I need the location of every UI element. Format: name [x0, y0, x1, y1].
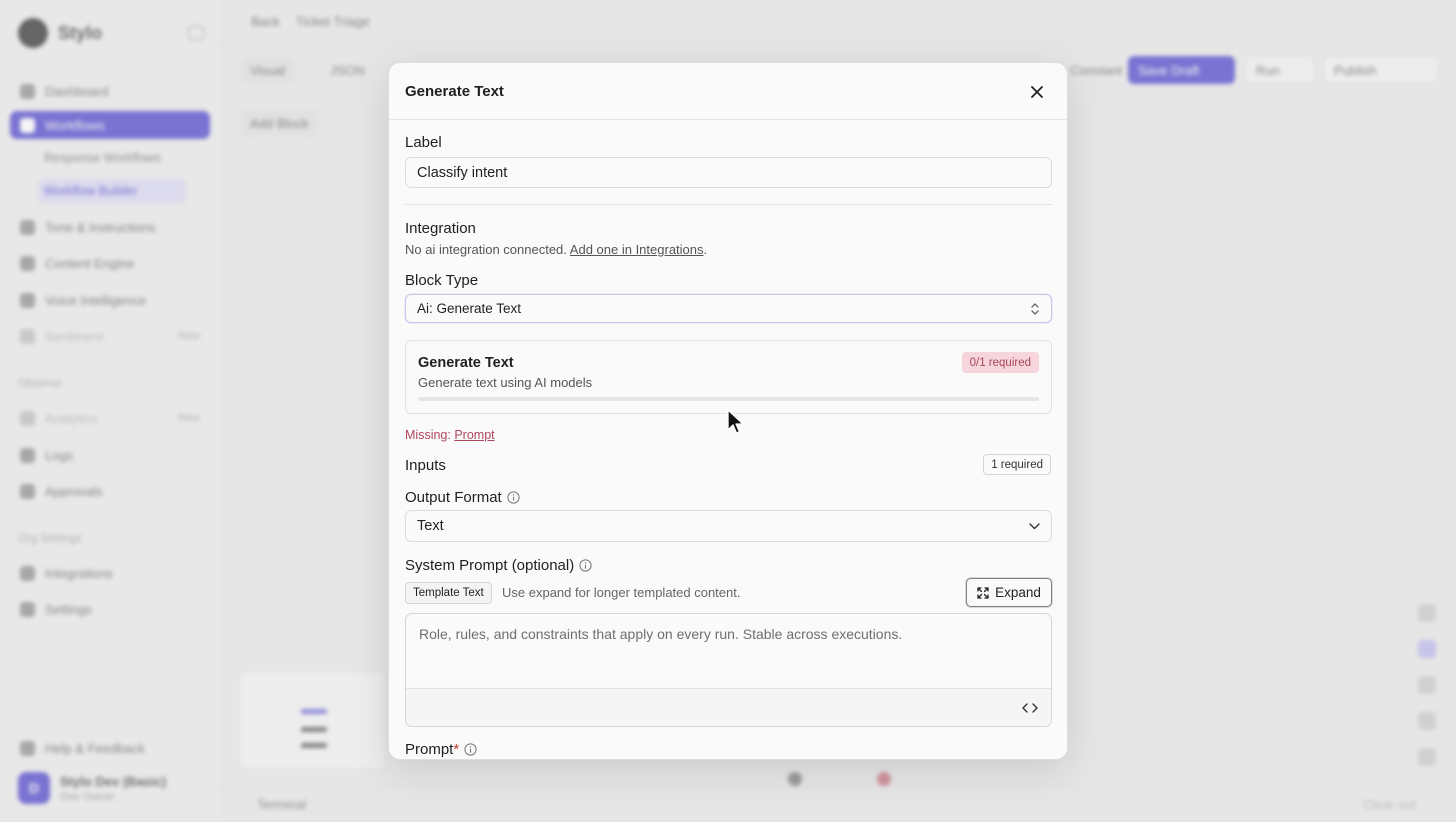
chevron-down-icon — [1029, 523, 1040, 530]
textarea-footer — [406, 688, 1051, 726]
block-type-select[interactable]: Ai: Generate Text — [405, 294, 1052, 323]
system-prompt-textarea[interactable]: Role, rules, and constraints that apply … — [405, 613, 1052, 727]
requirements-progress — [418, 397, 1039, 401]
missing-fields-notice: Missing: Prompt — [405, 428, 495, 442]
chevron-updown-icon — [1031, 303, 1039, 315]
expand-button[interactable]: Expand — [966, 578, 1052, 607]
divider — [405, 204, 1052, 205]
integration-status: No ai integration connected. Add one in … — [405, 242, 708, 257]
integration-heading: Integration — [405, 220, 476, 237]
mouse-cursor-icon — [727, 409, 744, 434]
inputs-required-badge: 1 required — [983, 454, 1051, 475]
inputs-heading: Inputs — [405, 457, 446, 474]
block-type-label: Block Type — [405, 272, 479, 289]
block-summary-card: Generate Text Generate text using AI mod… — [405, 340, 1052, 414]
block-type-value: Ai: Generate Text — [417, 301, 522, 316]
expand-icon — [977, 586, 989, 599]
output-format-label: Output Format — [405, 489, 520, 506]
close-button[interactable] — [1024, 79, 1050, 105]
missing-prompt-link[interactable]: Prompt — [454, 428, 494, 442]
dialog-header: Generate Text — [389, 63, 1067, 120]
label-field-label: Label — [405, 134, 442, 151]
info-icon[interactable] — [579, 559, 592, 572]
close-icon — [1031, 86, 1043, 98]
required-count-badge: 0/1 required — [961, 352, 1039, 373]
output-format-select[interactable]: Text — [405, 510, 1052, 542]
dialog-title: Generate Text — [405, 83, 504, 100]
output-format-value: Text — [417, 518, 444, 534]
template-hint: Use expand for longer templated content. — [502, 585, 741, 600]
info-icon[interactable] — [464, 743, 477, 756]
code-icon — [1022, 703, 1038, 713]
code-view-button[interactable] — [1019, 698, 1041, 718]
template-text-chip: Template Text — [405, 582, 492, 604]
block-card-title: Generate Text — [418, 355, 514, 371]
system-prompt-label: System Prompt (optional) — [405, 557, 592, 574]
add-integration-link[interactable]: Add one in Integrations — [570, 242, 704, 257]
required-marker: * — [453, 741, 460, 758]
system-prompt-placeholder: Role, rules, and constraints that apply … — [419, 626, 903, 642]
block-card-description: Generate text using AI models — [418, 375, 593, 390]
prompt-label: Prompt* — [405, 741, 477, 758]
info-icon[interactable] — [507, 491, 520, 504]
label-input[interactable]: Classify intent — [405, 157, 1052, 188]
